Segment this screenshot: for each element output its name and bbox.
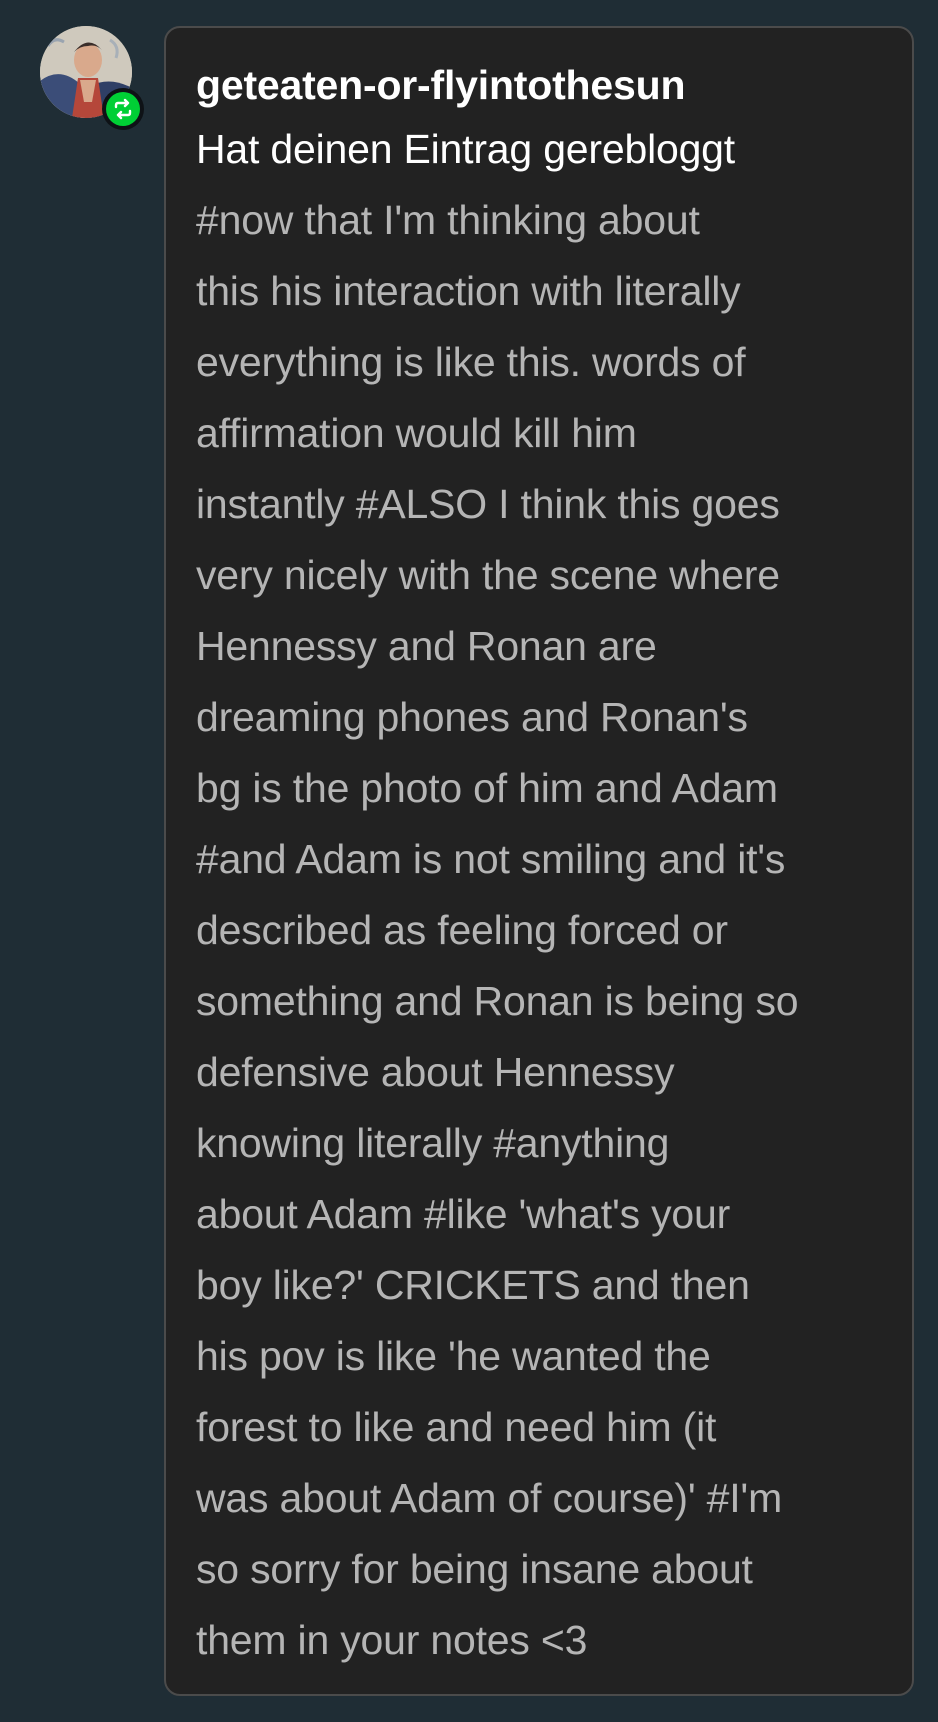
reblog-badge	[102, 88, 144, 130]
tag-line: was about Adam of course)' #I'm	[196, 1475, 783, 1521]
activity-description: Hat deinen Eintrag gerebloggt	[196, 126, 735, 172]
tag-line: described as feeling forced or	[196, 907, 728, 953]
tag-line: affirmation would kill him	[196, 410, 637, 456]
tag-line: about Adam #like 'what's your	[196, 1191, 731, 1237]
tag-line: something and Ronan is being so	[196, 978, 799, 1024]
activity-card: geteaten-or-flyintothesun Hat deinen Ein…	[164, 26, 914, 1696]
tag-line: his pov is like 'he wanted the	[196, 1333, 711, 1379]
tag-line: bg is the photo of him and Adam	[196, 765, 778, 811]
tag-line: instantly #ALSO I think this goes	[196, 481, 780, 527]
tag-line: boy like?' CRICKETS and then	[196, 1262, 750, 1308]
tags-text: #now that I'm thinking about this his in…	[196, 185, 882, 1676]
tag-line: so sorry for being insane about	[196, 1546, 753, 1592]
tag-line: them in your notes <3	[196, 1617, 588, 1663]
tag-line: defensive about Hennessy	[196, 1049, 675, 1095]
tag-line: dreaming phones and Ronan's	[196, 694, 748, 740]
tag-line: knowing literally #anything	[196, 1120, 670, 1166]
tag-line: Hennessy and Ronan are	[196, 623, 657, 669]
tag-line: #and Adam is not smiling and it's	[196, 836, 786, 882]
tag-line: forest to like and need him (it	[196, 1404, 717, 1450]
tag-line: everything is like this. words of	[196, 339, 746, 385]
username-link[interactable]: geteaten-or-flyintothesun	[196, 56, 882, 114]
tag-line: this his interaction with literally	[196, 268, 741, 314]
tag-line: #now that I'm thinking about	[196, 197, 700, 243]
reblog-icon	[106, 92, 140, 126]
avatar-container[interactable]	[40, 26, 144, 130]
tag-line: very nicely with the scene where	[196, 552, 780, 598]
